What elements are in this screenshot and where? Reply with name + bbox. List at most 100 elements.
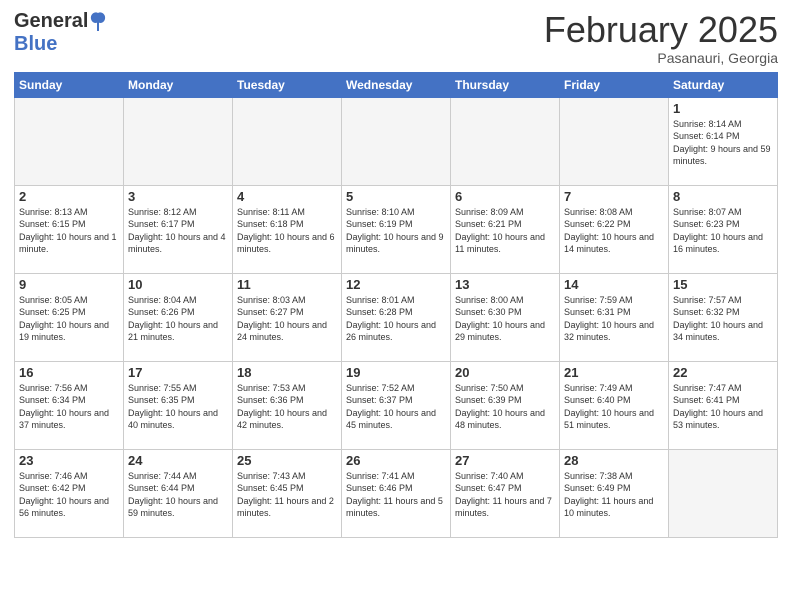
day-number: 4 [237,189,337,204]
week-row-5: 23Sunrise: 7:46 AM Sunset: 6:42 PM Dayli… [15,449,778,537]
day-info: Sunrise: 8:09 AM Sunset: 6:21 PM Dayligh… [455,206,555,256]
month-title: February 2025 [544,10,778,50]
day-cell: 4 Sunrise: 8:11 AM Sunset: 6:18 PM Daylig… [233,185,342,273]
day-info: Sunrise: 7:53 AM Sunset: 6:36 PM Dayligh… [237,382,337,432]
day-info: Sunrise: 8:04 AM Sunset: 6:26 PM Dayligh… [128,294,228,344]
day-cell: 9 Sunrise: 8:05 AM Sunset: 6:25 PM Daylig… [15,273,124,361]
day-number: 5 [346,189,446,204]
day-number: 19 [346,365,446,380]
day-info: Sunrise: 8:11 AM Sunset: 6:18 PM Dayligh… [237,206,337,256]
day-number: 16 [19,365,119,380]
day-info: Sunrise: 8:12 AM Sunset: 6:17 PM Dayligh… [128,206,228,256]
day-number: 26 [346,453,446,468]
header-cell-friday: Friday [560,72,669,97]
header-cell-monday: Monday [124,72,233,97]
day-number: 10 [128,277,228,292]
day-info: Sunrise: 7:50 AM Sunset: 6:39 PM Dayligh… [455,382,555,432]
logo-bird-icon [89,11,107,33]
day-cell: 1 Sunrise: 8:14 AM Sunset: 6:14 PM Daylig… [669,97,778,185]
day-number: 22 [673,365,773,380]
week-row-2: 2Sunrise: 8:13 AM Sunset: 6:15 PM Daylig… [15,185,778,273]
day-cell: 10 Sunrise: 8:04 AM Sunset: 6:26 PM Dayli… [124,273,233,361]
day-number: 3 [128,189,228,204]
day-cell: 22 Sunrise: 7:47 AM Sunset: 6:41 PM Dayli… [669,361,778,449]
day-number: 7 [564,189,664,204]
day-cell: 13 Sunrise: 8:00 AM Sunset: 6:30 PM Dayli… [451,273,560,361]
day-number: 14 [564,277,664,292]
day-info: Sunrise: 7:59 AM Sunset: 6:31 PM Dayligh… [564,294,664,344]
day-info: Sunrise: 7:56 AM Sunset: 6:34 PM Dayligh… [19,382,119,432]
day-cell: 2Sunrise: 8:13 AM Sunset: 6:15 PM Daylig… [15,185,124,273]
day-cell: 17 Sunrise: 7:55 AM Sunset: 6:35 PM Dayli… [124,361,233,449]
day-info: Sunrise: 7:57 AM Sunset: 6:32 PM Dayligh… [673,294,773,344]
day-number: 28 [564,453,664,468]
day-info: Sunrise: 8:05 AM Sunset: 6:25 PM Dayligh… [19,294,119,344]
main-container: General Blue February 2025 Pasanauri, Ge… [0,0,792,544]
day-info: Sunrise: 8:01 AM Sunset: 6:28 PM Dayligh… [346,294,446,344]
day-number: 6 [455,189,555,204]
location: Pasanauri, Georgia [544,50,778,66]
day-info: Sunrise: 7:41 AM Sunset: 6:46 PM Dayligh… [346,470,446,520]
calendar-header-row: SundayMondayTuesdayWednesdayThursdayFrid… [15,72,778,97]
day-info: Sunrise: 8:14 AM Sunset: 6:14 PM Dayligh… [673,118,773,168]
day-number: 17 [128,365,228,380]
day-number: 23 [19,453,119,468]
day-cell [233,97,342,185]
day-cell: 3 Sunrise: 8:12 AM Sunset: 6:17 PM Daylig… [124,185,233,273]
calendar-body: 1 Sunrise: 8:14 AM Sunset: 6:14 PM Daylig… [15,97,778,537]
day-info: Sunrise: 7:40 AM Sunset: 6:47 PM Dayligh… [455,470,555,520]
title-block: February 2025 Pasanauri, Georgia [544,10,778,66]
day-cell [560,97,669,185]
day-number: 11 [237,277,337,292]
day-cell: 8Sunrise: 8:07 AM Sunset: 6:23 PM Daylig… [669,185,778,273]
header-cell-sunday: Sunday [15,72,124,97]
day-number: 24 [128,453,228,468]
header-cell-saturday: Saturday [669,72,778,97]
day-cell: 20Sunrise: 7:50 AM Sunset: 6:39 PM Dayli… [451,361,560,449]
day-info: Sunrise: 7:43 AM Sunset: 6:45 PM Dayligh… [237,470,337,520]
logo-general: General [14,10,88,32]
day-cell [451,97,560,185]
day-info: Sunrise: 7:44 AM Sunset: 6:44 PM Dayligh… [128,470,228,520]
day-cell: 11 Sunrise: 8:03 AM Sunset: 6:27 PM Dayli… [233,273,342,361]
logo-text: General Blue [14,10,108,56]
day-cell: 28 Sunrise: 7:38 AM Sunset: 6:49 PM Dayli… [560,449,669,537]
day-info: Sunrise: 8:00 AM Sunset: 6:30 PM Dayligh… [455,294,555,344]
day-cell: 16 Sunrise: 7:56 AM Sunset: 6:34 PM Dayli… [15,361,124,449]
day-info: Sunrise: 7:52 AM Sunset: 6:37 PM Dayligh… [346,382,446,432]
day-info: Sunrise: 8:10 AM Sunset: 6:19 PM Dayligh… [346,206,446,256]
day-cell: 25 Sunrise: 7:43 AM Sunset: 6:45 PM Dayli… [233,449,342,537]
header-cell-thursday: Thursday [451,72,560,97]
day-number: 25 [237,453,337,468]
day-number: 18 [237,365,337,380]
day-cell [669,449,778,537]
day-number: 27 [455,453,555,468]
week-row-1: 1 Sunrise: 8:14 AM Sunset: 6:14 PM Daylig… [15,97,778,185]
day-cell: 23Sunrise: 7:46 AM Sunset: 6:42 PM Dayli… [15,449,124,537]
day-number: 13 [455,277,555,292]
day-cell: 12 Sunrise: 8:01 AM Sunset: 6:28 PM Dayli… [342,273,451,361]
day-cell: 21Sunrise: 7:49 AM Sunset: 6:40 PM Dayli… [560,361,669,449]
day-cell: 27 Sunrise: 7:40 AM Sunset: 6:47 PM Dayli… [451,449,560,537]
week-row-3: 9 Sunrise: 8:05 AM Sunset: 6:25 PM Daylig… [15,273,778,361]
day-info: Sunrise: 7:55 AM Sunset: 6:35 PM Dayligh… [128,382,228,432]
day-cell: 7 Sunrise: 8:08 AM Sunset: 6:22 PM Daylig… [560,185,669,273]
day-cell [342,97,451,185]
day-info: Sunrise: 7:47 AM Sunset: 6:41 PM Dayligh… [673,382,773,432]
day-number: 12 [346,277,446,292]
day-cell: 18 Sunrise: 7:53 AM Sunset: 6:36 PM Dayli… [233,361,342,449]
day-info: Sunrise: 7:38 AM Sunset: 6:49 PM Dayligh… [564,470,664,520]
day-info: Sunrise: 8:03 AM Sunset: 6:27 PM Dayligh… [237,294,337,344]
day-number: 1 [673,101,773,116]
day-number: 2 [19,189,119,204]
day-number: 21 [564,365,664,380]
day-info: Sunrise: 8:08 AM Sunset: 6:22 PM Dayligh… [564,206,664,256]
day-cell: 15 Sunrise: 7:57 AM Sunset: 6:32 PM Dayli… [669,273,778,361]
day-number: 15 [673,277,773,292]
header: General Blue February 2025 Pasanauri, Ge… [14,10,778,66]
logo-blue: Blue [14,33,57,55]
day-cell: 6 Sunrise: 8:09 AM Sunset: 6:21 PM Daylig… [451,185,560,273]
day-number: 9 [19,277,119,292]
day-cell: 24 Sunrise: 7:44 AM Sunset: 6:44 PM Dayli… [124,449,233,537]
day-info: Sunrise: 8:07 AM Sunset: 6:23 PM Dayligh… [673,206,773,256]
